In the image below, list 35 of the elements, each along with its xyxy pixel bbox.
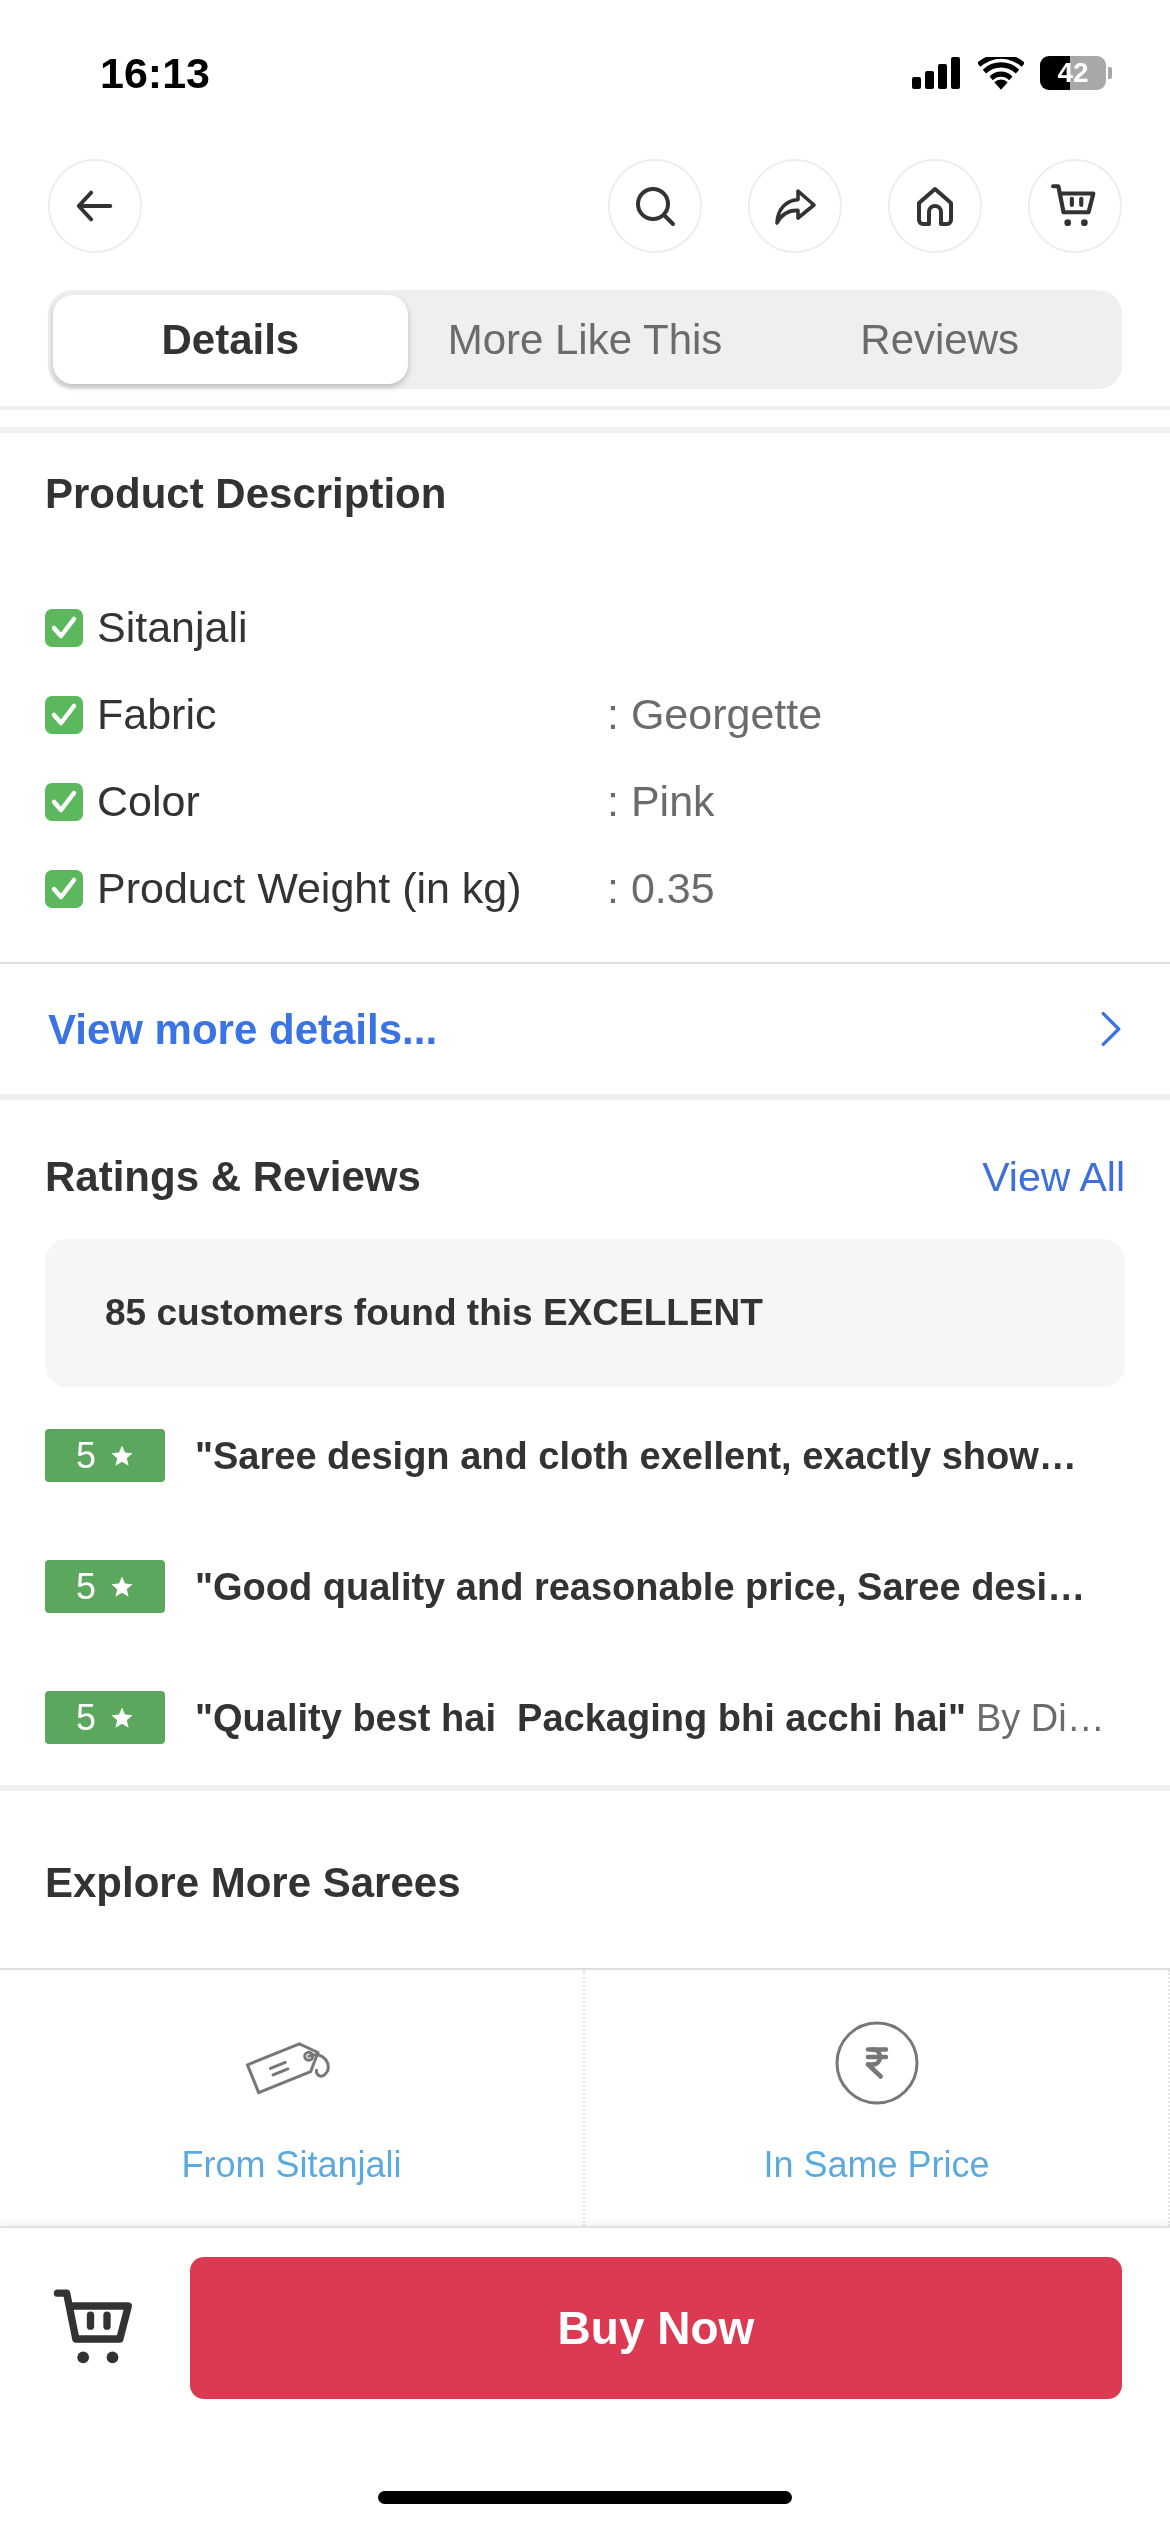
attribute-label: Color bbox=[97, 780, 200, 823]
view-all-link[interactable]: View All bbox=[982, 1156, 1125, 1198]
attribute-value: : Georgette bbox=[607, 693, 823, 736]
rating-value: 5 bbox=[76, 1568, 96, 1605]
section-title: Ratings & Reviews bbox=[45, 1153, 421, 1201]
tab[interactable]: Details bbox=[53, 295, 408, 384]
rupee-circle-icon bbox=[834, 2021, 919, 2105]
attribute-label: Fabric bbox=[97, 693, 217, 736]
attribute-label: Product Weight (in kg) bbox=[97, 867, 522, 910]
attribute-value: : Pink bbox=[607, 780, 715, 823]
attribute-value: : 0.35 bbox=[607, 867, 715, 910]
explore-option[interactable]: From Sitanjali bbox=[0, 1970, 585, 2226]
view-more-details-link[interactable]: View more details... bbox=[0, 964, 1170, 1094]
check-icon bbox=[45, 608, 83, 647]
buy-now-button[interactable]: Buy Now bbox=[190, 2257, 1122, 2399]
signal-icon bbox=[912, 57, 962, 89]
check-icon bbox=[45, 695, 83, 734]
review-text: "Good quality and reasonable price, Saree desi… bbox=[195, 1567, 1086, 1606]
check-icon bbox=[45, 869, 83, 908]
chevron-right-icon bbox=[1100, 1010, 1122, 1048]
rating-value: 5 bbox=[76, 1437, 96, 1474]
attribute-label: Sitanjali bbox=[97, 606, 248, 649]
status-time: 16:13 bbox=[100, 51, 210, 95]
rating-summary: 85 customers found this EXCELLENT bbox=[45, 1239, 1125, 1387]
section-title: Explore More Sarees bbox=[45, 1859, 462, 1907]
section-title: Product Description bbox=[45, 470, 448, 518]
review-author: By Di… bbox=[975, 1698, 1105, 1737]
wifi-icon bbox=[978, 56, 1024, 90]
tab[interactable]: Reviews bbox=[762, 295, 1117, 384]
rating-value: 5 bbox=[76, 1699, 96, 1736]
review-text: "Quality best hai Packaging bhi acchi hai" bbox=[195, 1698, 966, 1737]
review-text: "Saree design and cloth exellent, exactly show… bbox=[195, 1436, 1077, 1475]
check-icon bbox=[45, 782, 83, 821]
explore-option[interactable]: In Same Price bbox=[585, 1970, 1170, 2226]
tab[interactable]: More Like This bbox=[407, 295, 763, 384]
